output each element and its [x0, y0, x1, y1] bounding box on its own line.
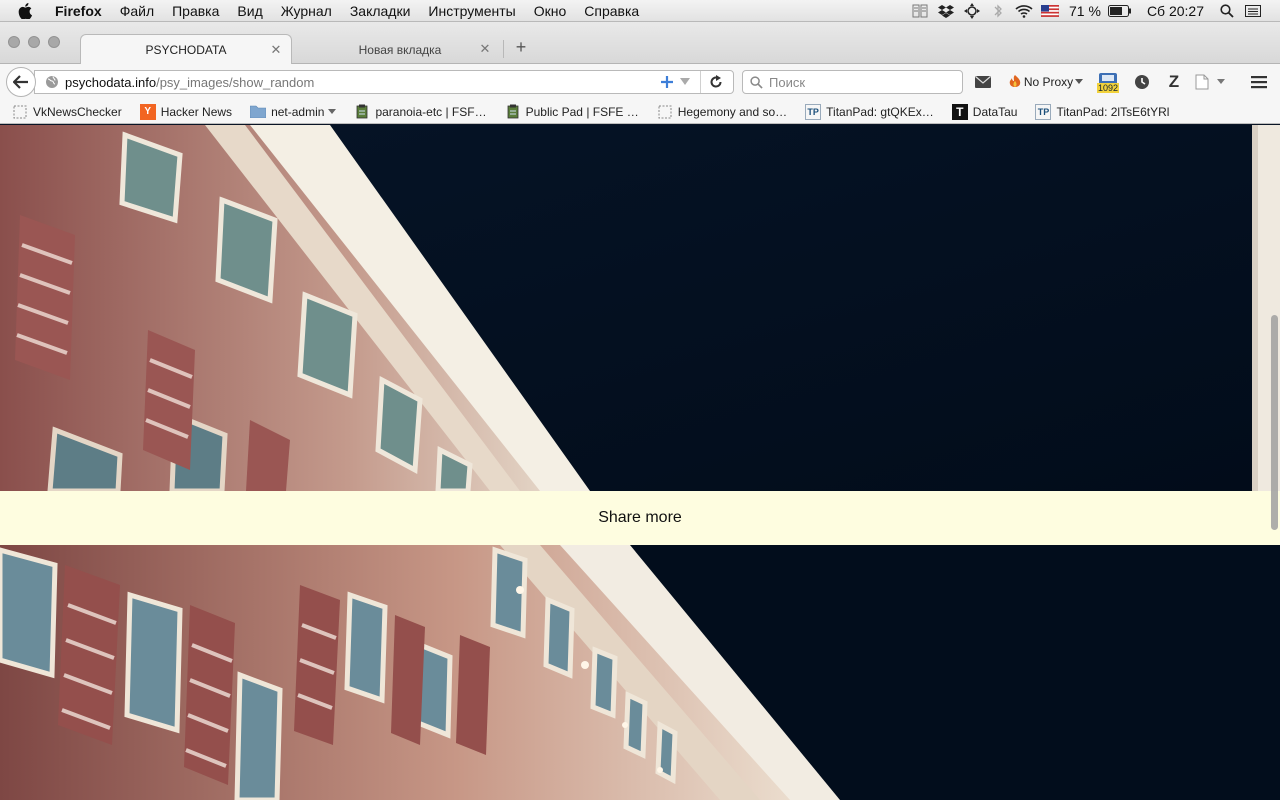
page-scrollbar[interactable]	[1271, 315, 1278, 530]
menu-tools[interactable]: Инструменты	[419, 3, 524, 19]
proxy-label: No Proxy	[1023, 75, 1074, 89]
bookmark-datatau[interactable]: T DataTau	[951, 103, 1018, 120]
tab-title: Новая вкладка	[358, 42, 442, 57]
history-restore-icon[interactable]	[1132, 71, 1152, 93]
move-icon[interactable]	[959, 0, 985, 22]
apple-icon[interactable]	[18, 2, 36, 20]
bookmark-label: Hegemony and so…	[677, 104, 788, 119]
menu-window[interactable]: Окно	[525, 3, 576, 19]
wifi-icon[interactable]	[1011, 0, 1037, 22]
share-more-link[interactable]: Share more	[598, 509, 682, 527]
bookmark-label: DataTau	[972, 104, 1018, 119]
menu-view[interactable]: Вид	[228, 3, 271, 19]
bookmark-label: Hacker News	[160, 104, 233, 119]
bookmark-hacker-news[interactable]: Y Hacker News	[139, 103, 233, 120]
zoom-window-button[interactable]	[48, 36, 60, 48]
tab-title: PSYCHODATA	[145, 43, 227, 57]
bookmark-folder-net-admin[interactable]: net-admin	[250, 104, 337, 120]
globe-icon[interactable]	[45, 74, 61, 90]
page-icon[interactable]	[1192, 71, 1212, 93]
foxy-proxy-icon	[1009, 75, 1021, 87]
tab-separator	[503, 40, 504, 58]
titanpad-icon: TP	[805, 103, 822, 120]
save-counter-icon[interactable]: 1092	[1097, 71, 1120, 93]
search-input[interactable]	[769, 74, 949, 90]
datatau-icon: T	[951, 103, 968, 120]
us-flag-icon[interactable]	[1037, 0, 1063, 22]
add-plus-icon[interactable]	[658, 71, 676, 93]
bookmark-titanpad-2[interactable]: TP TitanPad: 2lTsE6tYRl	[1035, 103, 1170, 120]
building-photo-bottom	[0, 545, 1280, 800]
bookmark-label: paranoia-etc | FSF…	[375, 104, 487, 119]
bookmark-hegemony[interactable]: Hegemony and so…	[657, 104, 787, 120]
list-icon[interactable]	[1240, 0, 1266, 22]
page-content: Share more	[0, 125, 1280, 800]
battery-percent: 71 %	[1069, 2, 1101, 19]
battery-icon[interactable]	[1107, 0, 1133, 22]
bookmark-label: net-admin	[271, 104, 325, 119]
dashed-box-icon	[657, 104, 673, 120]
tab-new-tab[interactable]: Новая вкладка ✕	[300, 34, 500, 65]
building-photo-top	[0, 125, 1280, 491]
page-dropdown-icon[interactable]	[1214, 71, 1228, 93]
bookmark-public-pad[interactable]: Public Pad | FSFE …	[505, 104, 639, 120]
folder-icon	[250, 104, 267, 120]
bookmark-vknewschecker[interactable]: VkNewsChecker	[12, 104, 122, 120]
bluetooth-icon[interactable]	[985, 0, 1011, 22]
history-dropdown-icon[interactable]	[676, 71, 694, 93]
folder-dropdown-icon	[328, 108, 337, 114]
window-controls	[8, 36, 60, 48]
bookmark-label: Public Pad | FSFE …	[525, 104, 639, 119]
reload-icon[interactable]	[707, 71, 725, 93]
bookmarks-bar: VkNewsChecker Y Hacker News net-admin pa…	[0, 100, 1280, 124]
tab-psychodata[interactable]: PSYCHODATA ✕	[80, 34, 292, 65]
clock[interactable]: Сб 20:27	[1141, 3, 1210, 19]
close-window-button[interactable]	[8, 36, 20, 48]
tab-close-icon[interactable]: ✕	[478, 41, 492, 56]
bookmark-label: TitanPad: gtQKEx…	[826, 104, 934, 119]
menu-edit[interactable]: Правка	[163, 3, 228, 19]
bookmark-paranoia-etc[interactable]: paranoia-etc | FSF…	[354, 104, 487, 120]
bookmark-label: VkNewsChecker	[33, 104, 122, 119]
bookmark-label: TitanPad: 2lTsE6tYRl	[1056, 104, 1170, 119]
new-tab-button[interactable]: +	[512, 37, 530, 57]
proxy-dropdown-icon	[1075, 79, 1084, 84]
hacker-news-icon: Y	[139, 103, 156, 120]
url-path: /psy_images/show_random	[156, 74, 315, 90]
menu-history[interactable]: Журнал	[272, 3, 341, 19]
menu-bar: Firefox Файл Правка Вид Журнал Закладки …	[0, 0, 1280, 22]
search-icon	[750, 75, 764, 89]
dashed-box-icon	[12, 104, 28, 120]
menu-bookmarks[interactable]: Закладки	[341, 3, 420, 19]
spotlight-icon[interactable]	[1214, 0, 1240, 22]
stacks-icon[interactable]	[907, 0, 933, 22]
counter-badge: 1092	[1097, 83, 1120, 93]
nav-toolbar: psychodata.info /psy_images/show_random …	[0, 64, 1280, 100]
search-bar[interactable]	[742, 70, 963, 94]
url-bar[interactable]: psychodata.info /psy_images/show_random	[34, 70, 734, 94]
pad-icon	[354, 104, 370, 120]
tab-strip: PSYCHODATA ✕ Новая вкладка ✕ +	[0, 22, 1280, 65]
bookmark-titanpad-1[interactable]: TP TitanPad: gtQKEx…	[805, 103, 934, 120]
url-host: psychodata.info	[65, 74, 157, 90]
share-band: Share more	[0, 491, 1280, 545]
zotero-icon[interactable]: Z	[1164, 71, 1184, 93]
minimize-window-button[interactable]	[28, 36, 40, 48]
tab-close-icon[interactable]: ✕	[269, 42, 283, 57]
url-actions	[658, 71, 733, 93]
url-divider	[700, 71, 701, 93]
back-button[interactable]	[6, 67, 36, 97]
dropbox-icon[interactable]	[933, 0, 959, 22]
status-tray: 71 % Сб 20:27	[907, 0, 1280, 22]
mail-icon[interactable]	[973, 71, 993, 93]
menu-help[interactable]: Справка	[575, 3, 648, 19]
menu-app-firefox[interactable]: Firefox	[46, 3, 111, 19]
pad-icon	[505, 104, 521, 120]
hamburger-menu-icon[interactable]	[1249, 71, 1269, 93]
proxy-button[interactable]: No Proxy	[1008, 71, 1084, 93]
titanpad-icon: TP	[1035, 103, 1052, 120]
menu-file[interactable]: Файл	[111, 3, 163, 19]
